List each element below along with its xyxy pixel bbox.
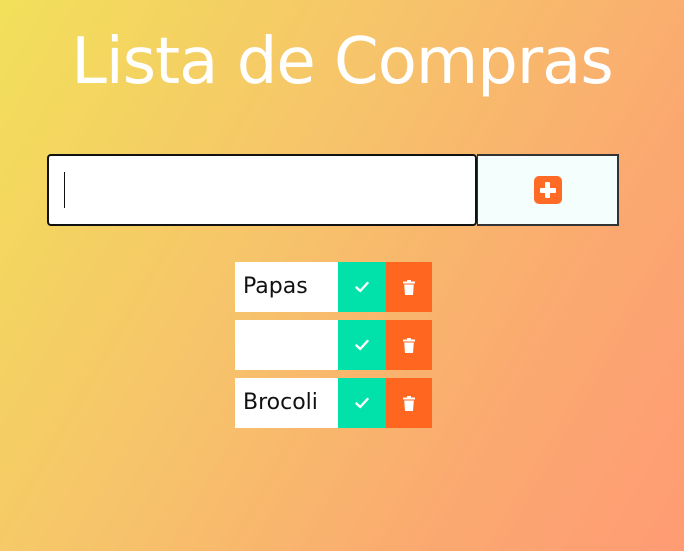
delete-button[interactable] xyxy=(386,262,432,312)
trash-icon xyxy=(403,337,415,353)
check-icon xyxy=(355,339,369,351)
trash-icon xyxy=(403,395,415,411)
check-icon xyxy=(355,281,369,293)
text-caret xyxy=(64,172,65,208)
delete-button[interactable] xyxy=(386,378,432,428)
todo-list: Papas Brocoli xyxy=(235,262,432,436)
list-item-text xyxy=(235,320,338,370)
add-item-button[interactable] xyxy=(477,154,619,226)
list-item-text: Papas xyxy=(235,262,338,312)
list-item xyxy=(235,320,432,370)
list-item: Papas xyxy=(235,262,432,312)
delete-button[interactable] xyxy=(386,320,432,370)
trash-icon xyxy=(403,279,415,295)
complete-button[interactable] xyxy=(338,378,386,428)
list-item-text: Brocoli xyxy=(235,378,338,428)
plus-square-icon xyxy=(533,176,562,204)
check-icon xyxy=(355,397,369,409)
list-item: Brocoli xyxy=(235,378,432,428)
page-title: Lista de Compras xyxy=(71,25,613,99)
add-item-form xyxy=(47,154,619,226)
complete-button[interactable] xyxy=(338,262,386,312)
complete-button[interactable] xyxy=(338,320,386,370)
item-input[interactable] xyxy=(47,154,477,226)
